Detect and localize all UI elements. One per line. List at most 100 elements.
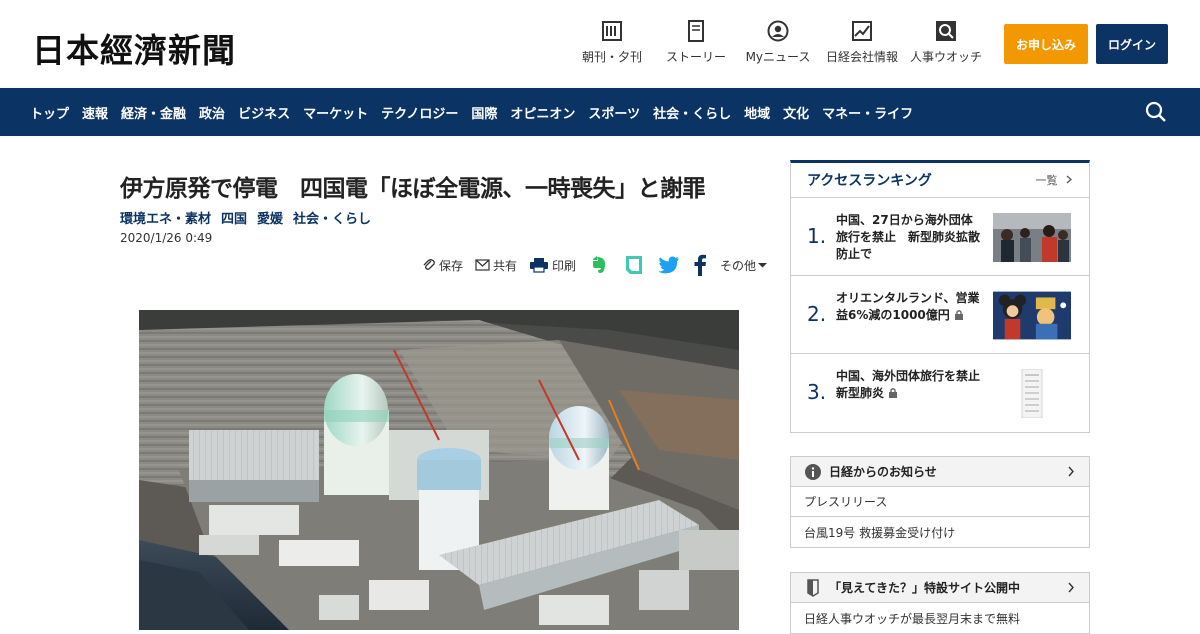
ranking-more-label: 一覧 (1035, 174, 1058, 187)
twitter-button[interactable] (658, 256, 683, 274)
article-photo[interactable] (139, 310, 739, 630)
nav-item-sports[interactable]: スポーツ (588, 103, 640, 122)
rank-number: 2. (807, 302, 827, 326)
print-label: 印刷 (552, 258, 577, 273)
save-label: 保存 (439, 258, 464, 273)
nav-item-society[interactable]: 社会・くらし (653, 103, 731, 122)
note-icon (626, 256, 643, 274)
company-chart-icon (852, 21, 872, 41)
info-icon (805, 463, 821, 480)
share-button[interactable]: 共有 (475, 257, 517, 274)
mail-icon (475, 259, 490, 271)
share-label: 共有 (493, 258, 518, 273)
note-button[interactable] (623, 254, 648, 276)
rank-number: 3. (807, 380, 827, 404)
notice-link[interactable]: 台風19号 救援募金受け付け (791, 517, 1089, 547)
lock-icon (954, 310, 963, 320)
nav-company-info[interactable]: 日経会社情報 (818, 20, 906, 65)
rank-thumbnail (993, 213, 1071, 262)
ranking-more-link[interactable]: 一覧 (1036, 172, 1074, 188)
header-nav: 朝刊・夕刊 ストーリー Myニュース 日経会社情報 人事ウオッチ (570, 20, 986, 65)
article-toolbar: 保存 共有 印刷 その他 (422, 252, 768, 278)
search-person-icon (936, 21, 956, 41)
nav-item-money-life[interactable]: マネー・ライフ (822, 103, 913, 122)
nav-item-opinion[interactable]: オピニオン (510, 103, 575, 122)
tag-link[interactable]: 四国 (221, 208, 247, 227)
special-site-box: 「見えてきた？」特設サイト公開中 日経人事ウオッチが最長翌月末まで無料 (790, 572, 1090, 634)
chevron-right-icon (1068, 466, 1074, 477)
notice-header[interactable]: 日経からのお知らせ (791, 457, 1089, 487)
nav-label: 朝刊・夕刊 (581, 50, 642, 64)
nav-item-economy[interactable]: 経済・金融 (121, 103, 186, 122)
facebook-button[interactable] (693, 254, 710, 276)
nav-label: 日経会社情報 (825, 50, 898, 64)
login-button[interactable]: ログイン (1096, 24, 1168, 64)
article-tags: 環境エネ・素材 四国 愛媛 社会・くらし (120, 208, 381, 227)
rank-thumbnail (993, 291, 1071, 340)
chevron-right-icon (1066, 175, 1072, 184)
nav-item-region[interactable]: 地域 (744, 103, 770, 122)
nav-item-culture[interactable]: 文化 (783, 103, 809, 122)
nav-item-international[interactable]: 国際 (471, 103, 497, 122)
nikkei-notice-box: 日経からのお知らせ プレスリリース 台風19号 救援募金受け付け (790, 456, 1090, 548)
notice-link[interactable]: プレスリリース (791, 487, 1089, 517)
newspaper-icon (602, 21, 622, 41)
nav-story[interactable]: ストーリー (654, 20, 738, 65)
special-link[interactable]: 日経人事ウオッチが最長翌月末まで無料 (791, 603, 1089, 633)
caret-down-icon (758, 263, 768, 268)
tag-link[interactable]: 社会・くらし (293, 208, 371, 227)
apply-button[interactable]: お申し込み (1004, 24, 1088, 64)
main-navbar: トップ 速報 経済・金融 政治 ビジネス マーケット テクノロジー 国際 オピニ… (0, 88, 1200, 136)
printer-icon (530, 258, 549, 273)
rank-headline-text: 中国、海外団体旅行を禁止 新型肺炎 (836, 369, 993, 400)
nav-mynews[interactable]: Myニュース (738, 20, 818, 65)
nav-item-business[interactable]: ビジネス (238, 103, 290, 122)
nav-item-breaking[interactable]: 速報 (82, 103, 108, 122)
rank-headline: 中国、27日から海外団体旅行を禁止 新型肺炎拡散防止で (836, 213, 981, 261)
nav-item-technology[interactable]: テクノロジー (381, 103, 458, 122)
rank-number: 1. (807, 224, 827, 248)
story-icon (688, 20, 704, 42)
search-icon[interactable] (1144, 100, 1168, 124)
chevron-right-icon (1068, 582, 1074, 593)
nav-item-top[interactable]: トップ (30, 103, 69, 122)
nav-item-market[interactable]: マーケット (303, 103, 368, 122)
more-menu[interactable]: その他 (720, 257, 768, 274)
tag-link[interactable]: 環境エネ・素材 (120, 208, 211, 227)
paperclip-icon (423, 259, 435, 270)
tag-link[interactable]: 愛媛 (257, 208, 283, 227)
rank-headline: 中国、海外団体旅行を禁止 新型肺炎 (836, 368, 992, 402)
category-nav: トップ 速報 経済・金融 政治 ビジネス マーケット テクノロジー 国際 オピニ… (30, 88, 926, 136)
lock-icon (889, 388, 898, 398)
ranking-header: アクセスランキング 一覧 (791, 163, 1089, 198)
print-button[interactable]: 印刷 (529, 257, 576, 274)
more-label: その他 (720, 258, 757, 273)
special-title: 「見えてきた？」特設サイト公開中 (829, 581, 1021, 595)
user-icon (767, 20, 789, 42)
nav-newspaper[interactable]: 朝刊・夕刊 (570, 20, 654, 65)
rank-headline: オリエンタルランド、営業益6%減の1000億円 (836, 290, 984, 324)
bookmark-shield-icon (807, 578, 819, 597)
nav-label: ストーリー (665, 50, 726, 64)
ranking-title: アクセスランキング (807, 173, 932, 189)
nav-hr-watch[interactable]: 人事ウオッチ (906, 20, 986, 65)
nav-label: Myニュース (745, 50, 811, 64)
site-logo[interactable]: 日本經濟新聞 (32, 24, 236, 72)
ranking-item[interactable]: 3. 中国、海外団体旅行を禁止 新型肺炎 (791, 354, 1089, 432)
special-header[interactable]: 「見えてきた？」特設サイト公開中 (791, 573, 1089, 603)
twitter-icon (658, 256, 679, 274)
facebook-icon (694, 254, 707, 276)
notice-title: 日経からのお知らせ (829, 465, 937, 479)
article-title: 伊方原発で停電 四国電「ほぼ全電源、一時喪失」と謝罪 (120, 176, 706, 202)
access-ranking: アクセスランキング 一覧 1. 中国、27日から海外団体旅行を禁止 新型肺炎拡散… (790, 160, 1090, 433)
ranking-item[interactable]: 2. オリエンタルランド、営業益6%減の1000億円 (791, 276, 1089, 354)
article-date: 2020/1/26 0:49 (120, 231, 213, 245)
nav-label: 人事ウオッチ (909, 50, 982, 64)
save-button[interactable]: 保存 (422, 257, 463, 274)
evernote-button[interactable] (588, 254, 613, 276)
ranking-item[interactable]: 1. 中国、27日から海外団体旅行を禁止 新型肺炎拡散防止で (791, 198, 1089, 276)
rank-thumbnail (1021, 369, 1043, 418)
nav-item-politics[interactable]: 政治 (199, 103, 225, 122)
evernote-icon (593, 256, 606, 273)
site-header: 日本經濟新聞 朝刊・夕刊 ストーリー Myニュース 日経会社情報 人事ウオッチ … (0, 0, 1200, 88)
